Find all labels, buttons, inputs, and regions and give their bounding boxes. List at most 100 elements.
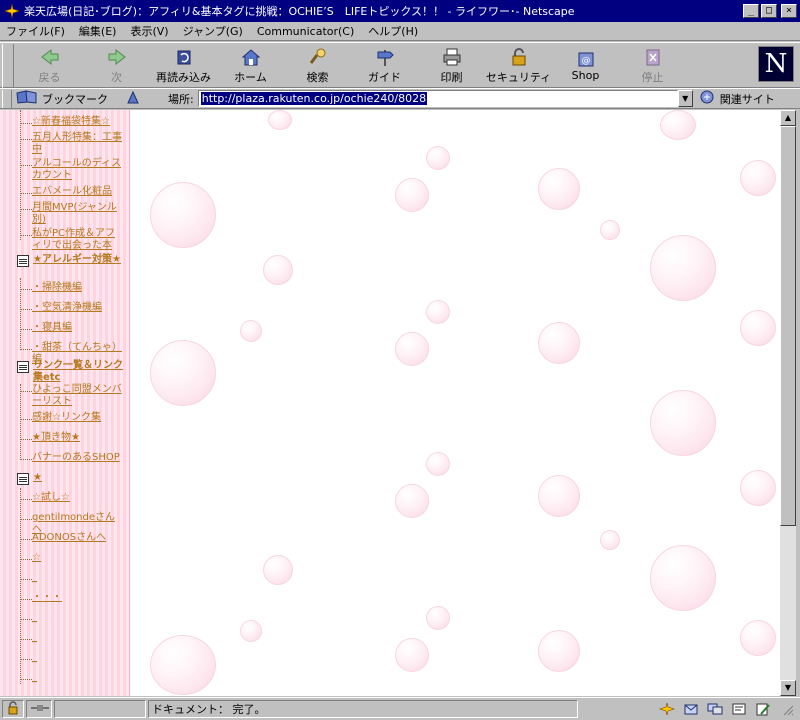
security-status[interactable] bbox=[2, 700, 24, 718]
bookmarks-button[interactable]: ブックマーク bbox=[16, 90, 108, 107]
sidebar-link[interactable]: ☆新春福袋特集☆ bbox=[20, 116, 124, 128]
sidebar-heading-allergy[interactable]: ★アレルギー対策★ bbox=[17, 254, 125, 267]
bubble bbox=[538, 322, 580, 364]
tree-branch bbox=[20, 289, 32, 290]
bubble bbox=[538, 630, 580, 672]
related-sites-button[interactable]: 関連サイト bbox=[699, 89, 775, 108]
sidebar-link[interactable]: ・掃除機編 bbox=[20, 282, 124, 294]
security-button[interactable]: セキュリティ bbox=[485, 43, 552, 87]
mail-icon[interactable] bbox=[682, 701, 700, 717]
bubble bbox=[395, 178, 429, 212]
tree-branch bbox=[20, 419, 32, 420]
home-label: ホーム bbox=[234, 71, 267, 84]
page-proxy-icon[interactable] bbox=[126, 90, 140, 107]
document-icon bbox=[17, 255, 29, 267]
search-label: 検索 bbox=[306, 71, 329, 84]
sidebar-link[interactable]: ・空気清浄機編 bbox=[20, 302, 124, 314]
print-button[interactable]: 印刷 bbox=[418, 43, 485, 87]
scroll-thumb[interactable] bbox=[780, 126, 796, 526]
tree-branch bbox=[20, 659, 32, 660]
sidebar-link[interactable]: ・寝具編 bbox=[20, 322, 124, 334]
menu-file[interactable]: ファイル(F) bbox=[6, 23, 65, 39]
sidebar-link[interactable]: 感謝☆リンク集 bbox=[20, 412, 124, 424]
navigation-toolbar: 戻る 次 再読み込み ホーム 検索 ガイド 印刷 セキュリティ @ Shop 停… bbox=[0, 42, 800, 88]
sidebar-link[interactable]: 私がPC作成＆アフィリで出会った本 bbox=[20, 228, 124, 252]
bubble bbox=[395, 484, 429, 518]
sidebar-link[interactable]: 五月人形特集：工事中 bbox=[20, 132, 124, 156]
sidebar-link[interactable]: ・・・ bbox=[20, 592, 124, 604]
sidebar-link[interactable]: アルコールのディスカウント bbox=[20, 158, 124, 182]
tree-branch bbox=[20, 439, 32, 440]
discussion-icon[interactable] bbox=[706, 701, 724, 717]
sidebar-link[interactable]: ☆ bbox=[20, 552, 124, 564]
address-book-icon[interactable] bbox=[730, 701, 748, 717]
printer-icon bbox=[440, 46, 464, 68]
bubble-background bbox=[130, 110, 780, 696]
sidebar-link[interactable]: _ bbox=[20, 632, 124, 644]
menu-help[interactable]: ヘルプ(H) bbox=[368, 23, 418, 39]
bubble bbox=[263, 555, 293, 585]
bubble bbox=[240, 320, 262, 342]
sidebar-link[interactable]: ADONOSさんへ bbox=[20, 532, 124, 544]
tree-branch bbox=[20, 599, 32, 600]
tree-branch bbox=[20, 349, 32, 350]
menu-communicator[interactable]: Communicator(C) bbox=[257, 25, 354, 38]
bubble bbox=[740, 470, 776, 506]
security-label: セキュリティ bbox=[485, 71, 552, 84]
sidebar-link[interactable]: バナーのあるSHOP bbox=[20, 452, 124, 464]
sidebar-link[interactable]: 月間MVP(ジャンル別) bbox=[20, 202, 124, 226]
search-button[interactable]: 検索 bbox=[284, 43, 351, 87]
menu-edit[interactable]: 編集(E) bbox=[79, 23, 117, 39]
back-button[interactable]: 戻る bbox=[16, 43, 83, 87]
scroll-down-button[interactable]: ▼ bbox=[780, 680, 796, 696]
url-history-dropdown[interactable]: ▼ bbox=[677, 90, 693, 107]
padlock-icon bbox=[507, 46, 531, 68]
tree-branch bbox=[20, 639, 32, 640]
bubble bbox=[150, 340, 216, 406]
menu-view[interactable]: 表示(V) bbox=[130, 23, 168, 39]
resize-grip-icon[interactable] bbox=[778, 701, 796, 717]
progress-bar bbox=[54, 700, 146, 718]
sidebar-link[interactable]: _ bbox=[20, 612, 124, 624]
stop-button[interactable]: 停止 bbox=[619, 43, 686, 87]
forward-button[interactable]: 次 bbox=[83, 43, 150, 87]
sidebar-link[interactable]: ★頂き物★ bbox=[20, 432, 124, 444]
toolbar-grip[interactable] bbox=[2, 44, 14, 88]
url-field[interactable]: http://plaza.rakuten.co.jp/ochie240/8028 bbox=[197, 90, 678, 107]
menu-go[interactable]: ジャンプ(G) bbox=[183, 23, 243, 39]
netscape-logo[interactable]: N bbox=[758, 46, 794, 82]
sidebar-link[interactable]: _ bbox=[20, 672, 124, 684]
location-grip[interactable] bbox=[2, 89, 12, 108]
vertical-scrollbar[interactable]: ▲ ▼ bbox=[780, 110, 796, 696]
sidebar-link[interactable]: ☆試し☆ bbox=[20, 492, 124, 504]
composer-icon[interactable] bbox=[754, 701, 772, 717]
location-toolbar: ブックマーク 場所: http://plaza.rakuten.co.jp/oc… bbox=[0, 88, 800, 109]
chevron-down-icon: ▼ bbox=[682, 94, 689, 103]
close-button[interactable]: × bbox=[781, 4, 797, 18]
tree-branch bbox=[20, 679, 32, 680]
sidebar-heading-links[interactable]: リンク一覧＆リンク集etc bbox=[17, 360, 125, 384]
sidebar-link[interactable]: ひよっこ同盟メンバーリスト bbox=[20, 384, 124, 408]
sidebar-heading-star[interactable]: ★ bbox=[17, 472, 125, 485]
svg-text:@: @ bbox=[581, 56, 590, 66]
minimize-button[interactable]: _ bbox=[743, 4, 759, 18]
sidebar-link[interactable]: エバメール化粧品 bbox=[20, 186, 124, 198]
netscape-app-icon[interactable] bbox=[4, 3, 20, 19]
tree-branch bbox=[20, 519, 32, 520]
maximize-button[interactable]: □ bbox=[761, 4, 777, 18]
shop-button[interactable]: @ Shop bbox=[552, 43, 619, 87]
tree-branch bbox=[20, 209, 32, 210]
tree-branch bbox=[20, 329, 32, 330]
sidebar-link[interactable]: _ bbox=[20, 572, 124, 584]
guide-button[interactable]: ガイド bbox=[351, 43, 418, 87]
reload-button[interactable]: 再読み込み bbox=[150, 43, 217, 87]
sidebar-link[interactable]: _ bbox=[20, 652, 124, 664]
bubble bbox=[538, 475, 580, 517]
bubble bbox=[426, 452, 450, 476]
home-button[interactable]: ホーム bbox=[217, 43, 284, 87]
online-status[interactable] bbox=[26, 700, 52, 718]
scroll-up-button[interactable]: ▲ bbox=[780, 110, 796, 126]
navigator-icon[interactable] bbox=[658, 701, 676, 717]
padlock-icon bbox=[6, 700, 20, 718]
tree-branch bbox=[20, 459, 32, 460]
